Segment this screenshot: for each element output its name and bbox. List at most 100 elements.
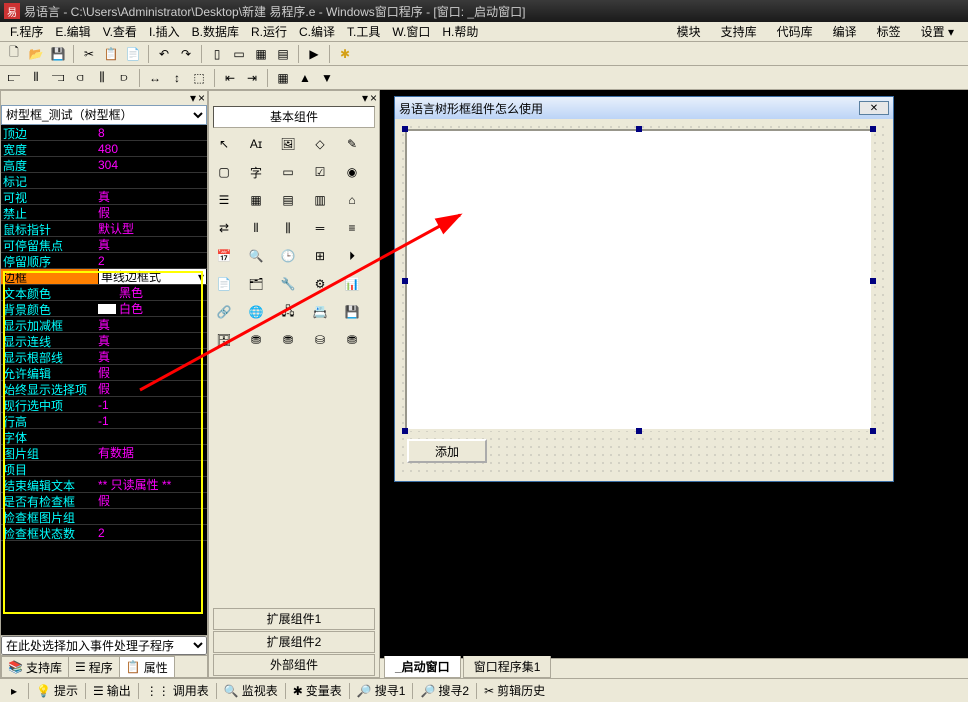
pin-icon[interactable]: ▾ bbox=[362, 91, 368, 105]
palette-item[interactable]: ⚙ bbox=[309, 273, 331, 295]
palette-item[interactable]: 字 bbox=[245, 161, 267, 183]
palette-item[interactable]: ▦ bbox=[245, 189, 267, 211]
prop-value[interactable]: 默认型 bbox=[96, 221, 207, 236]
menu-item[interactable]: H.帮助 bbox=[436, 21, 484, 42]
palette-item[interactable]: 📄 bbox=[213, 273, 235, 295]
prop-value[interactable]: -1 bbox=[96, 413, 207, 428]
run-icon[interactable]: ▶ bbox=[304, 44, 324, 64]
grid-icon[interactable]: ▦ bbox=[273, 68, 293, 88]
palette-item[interactable]: 📇 bbox=[309, 301, 331, 323]
copy-icon[interactable]: 📋 bbox=[101, 44, 121, 64]
property-row[interactable]: 现行选中项-1 bbox=[1, 397, 207, 413]
palette-item[interactable]: ▢ bbox=[213, 161, 235, 183]
tab-startup-window[interactable]: _启动窗口 bbox=[384, 656, 461, 678]
palette-item[interactable]: ⫼ bbox=[277, 217, 299, 239]
send-back-icon[interactable]: ▼ bbox=[317, 68, 337, 88]
palette-item[interactable]: ⫴ bbox=[245, 217, 267, 239]
prop-value[interactable]: 8 bbox=[96, 125, 207, 140]
prop-value[interactable]: 真 bbox=[96, 317, 207, 332]
property-row[interactable]: 允许编辑假 bbox=[1, 365, 207, 381]
property-row[interactable]: 始终显示选择项假 bbox=[1, 381, 207, 397]
resize-handle[interactable] bbox=[870, 428, 876, 434]
property-grid[interactable]: 顶边8宽度480高度304标记可视真禁止假鼠标指针默认型可停留焦点真停留顺序2边… bbox=[1, 125, 207, 635]
status-tips[interactable]: 💡提示 bbox=[33, 682, 81, 699]
property-row[interactable]: 高度304 bbox=[1, 157, 207, 173]
pin-icon[interactable]: ▾ bbox=[190, 91, 196, 105]
property-row[interactable]: 鼠标指针默认型 bbox=[1, 221, 207, 237]
prop-value[interactable]: 白色 bbox=[96, 301, 207, 316]
tab-program[interactable]: ☰程序 bbox=[68, 656, 120, 677]
category-ext2[interactable]: 扩展组件2 bbox=[213, 631, 375, 653]
prop-value[interactable]: 单线边框式▾ bbox=[96, 269, 207, 284]
palette-item[interactable]: 📅 bbox=[213, 245, 235, 267]
palette-item[interactable]: ⛁ bbox=[309, 329, 331, 351]
prop-value[interactable]: 假 bbox=[96, 381, 207, 396]
align-center-h-icon[interactable]: ⫴ bbox=[26, 68, 46, 88]
hspace-icon[interactable]: ⇤ bbox=[220, 68, 240, 88]
designer-client-area[interactable]: 添加 bbox=[399, 123, 889, 477]
palette-item[interactable]: 💾 bbox=[341, 301, 363, 323]
palette-item[interactable]: ⛃ bbox=[341, 329, 363, 351]
prop-value[interactable]: 假 bbox=[96, 365, 207, 380]
menu-item[interactable]: E.编辑 bbox=[49, 21, 96, 42]
palette-item[interactable]: ☑ bbox=[309, 161, 331, 183]
property-row[interactable]: 顶边8 bbox=[1, 125, 207, 141]
status-vars[interactable]: ✱变量表 bbox=[290, 682, 345, 699]
prop-value[interactable] bbox=[96, 509, 207, 524]
paste-icon[interactable]: 📄 bbox=[123, 44, 143, 64]
menu-item[interactable]: I.插入 bbox=[143, 21, 186, 42]
property-row[interactable]: 标记 bbox=[1, 173, 207, 189]
prop-value[interactable]: 真 bbox=[96, 333, 207, 348]
palette-item[interactable]: ◇ bbox=[309, 133, 331, 155]
prop-value[interactable]: -1 bbox=[96, 397, 207, 412]
palette-item[interactable]: ↖ bbox=[213, 133, 235, 155]
chevron-icon[interactable]: ▸ bbox=[4, 681, 24, 701]
prop-value[interactable]: 304 bbox=[96, 157, 207, 172]
palette-item[interactable]: 🕒 bbox=[277, 245, 299, 267]
menu-item[interactable]: T.工具 bbox=[341, 21, 386, 42]
palette-item[interactable]: ⛃ bbox=[277, 329, 299, 351]
resize-handle[interactable] bbox=[870, 278, 876, 284]
palette-item[interactable]: ▤ bbox=[277, 189, 299, 211]
property-row[interactable]: 显示连线真 bbox=[1, 333, 207, 349]
property-row[interactable]: 是否有检查框假 bbox=[1, 493, 207, 509]
property-row[interactable]: 停留顺序2 bbox=[1, 253, 207, 269]
palette-item[interactable]: 🗄 bbox=[213, 329, 235, 351]
palette-item[interactable]: Aɪ bbox=[245, 133, 267, 155]
palette-item[interactable]: 🖧 bbox=[277, 301, 299, 323]
same-height-icon[interactable]: ↕ bbox=[167, 68, 187, 88]
design-canvas[interactable]: 易语言树形框组件怎么使用 ✕ 添加 _启动窗口 窗口程序集1 bbox=[380, 90, 968, 678]
tab-support-lib[interactable]: 📚支持库 bbox=[1, 656, 69, 677]
layout3-icon[interactable]: ▦ bbox=[251, 44, 271, 64]
prop-value[interactable] bbox=[96, 461, 207, 476]
resize-handle[interactable] bbox=[402, 126, 408, 132]
same-size-icon[interactable]: ⬚ bbox=[189, 68, 209, 88]
status-clip-history[interactable]: ✂剪辑历史 bbox=[481, 682, 548, 699]
prop-value[interactable] bbox=[96, 429, 207, 444]
layout1-icon[interactable]: ▯ bbox=[207, 44, 227, 64]
prop-value[interactable]: ** 只读属性 ** bbox=[96, 477, 207, 492]
property-row[interactable]: 文本颜色黑色 bbox=[1, 285, 207, 301]
resize-handle[interactable] bbox=[402, 278, 408, 284]
designer-window[interactable]: 易语言树形框组件怎么使用 ✕ 添加 bbox=[394, 96, 894, 482]
close-icon[interactable]: ✕ bbox=[859, 101, 889, 115]
vspace-icon[interactable]: ⇥ bbox=[242, 68, 262, 88]
property-row[interactable]: 禁止假 bbox=[1, 205, 207, 221]
status-output[interactable]: ☰输出 bbox=[90, 682, 134, 699]
property-row[interactable]: 图片组有数据 bbox=[1, 445, 207, 461]
right-menu-item[interactable]: 设置 ▾ bbox=[911, 21, 964, 42]
property-row[interactable]: 项目 bbox=[1, 461, 207, 477]
save-icon[interactable]: 💾 bbox=[48, 44, 68, 64]
cut-icon[interactable]: ✂ bbox=[79, 44, 99, 64]
property-row[interactable]: 可停留焦点真 bbox=[1, 237, 207, 253]
tree-control[interactable] bbox=[405, 129, 873, 431]
align-bottom-icon[interactable]: ⫐ bbox=[114, 68, 134, 88]
tab-properties[interactable]: 📋属性 bbox=[119, 656, 175, 677]
prop-value[interactable]: 真 bbox=[96, 237, 207, 252]
resize-handle[interactable] bbox=[870, 126, 876, 132]
palette-item[interactable]: ☰ bbox=[213, 189, 235, 211]
menu-item[interactable]: F.程序 bbox=[4, 21, 49, 42]
palette-item[interactable]: 📊 bbox=[341, 273, 363, 295]
property-row[interactable]: 宽度480 bbox=[1, 141, 207, 157]
right-menu-item[interactable]: 标签 bbox=[867, 21, 911, 42]
